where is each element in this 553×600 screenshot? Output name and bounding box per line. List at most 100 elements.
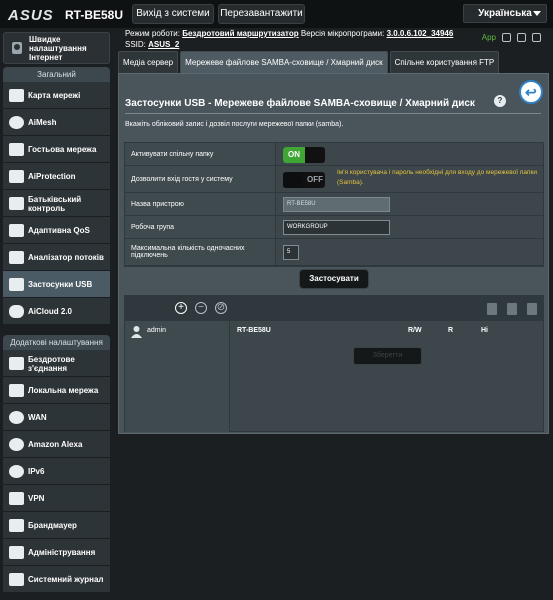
back-arrow-icon: ↩ — [525, 84, 537, 100]
status-icons: App — [482, 33, 541, 42]
firmware-label: Версія мікропрограми: — [300, 29, 385, 38]
ssid-label: SSID: — [125, 40, 146, 49]
logout-button[interactable]: Вихід з системи — [132, 4, 214, 24]
ssid-link[interactable]: ASUS_2 — [148, 40, 179, 49]
vpn-icon — [9, 492, 24, 505]
guest-network-icon — [9, 143, 24, 156]
sidebar-item-wan[interactable]: WAN — [3, 404, 110, 431]
ipv6-icon — [9, 465, 24, 478]
user-list: admin — [125, 321, 230, 432]
reboot-button[interactable]: Перезавантажити — [218, 4, 305, 24]
sidebar-item-wireless[interactable]: Бездротове з'єднання — [3, 350, 110, 377]
title-divider — [125, 113, 541, 114]
remove-user-icon[interactable]: − — [195, 302, 207, 314]
sidebar-item-label: VPN — [28, 494, 45, 503]
sidebar-item-usb-applications[interactable]: Застосунки USB — [3, 271, 110, 298]
workgroup-label: Робоча група — [125, 216, 276, 238]
max-connections-input[interactable]: 5 — [283, 245, 299, 260]
help-icon[interactable]: ? — [494, 95, 506, 107]
mode-label: Режим роботи: — [125, 29, 180, 38]
apply-button[interactable]: Застосувати — [299, 269, 369, 289]
guest-login-note: Ім'я користувача і пароль необхідні для … — [337, 169, 537, 186]
app-link[interactable]: App — [482, 33, 496, 42]
sidebar-item-label: AiProtection — [28, 172, 76, 181]
sidebar-item-administration[interactable]: Адміністрування — [3, 539, 110, 566]
admin-icon — [9, 546, 24, 559]
usb-icon — [9, 278, 24, 291]
sidebar-item-aimesh[interactable]: AiMesh — [3, 109, 110, 136]
tab-samba[interactable]: Мережеве файлове SAMBA-сховище / Хмарний… — [180, 51, 388, 73]
sidebar-item-label: AiMesh — [28, 118, 57, 127]
sidebar-item-parental-control[interactable]: Батьківський контроль — [3, 190, 110, 217]
sidebar-item-guest-network[interactable]: Гостьова мережа — [3, 136, 110, 163]
main-panel: Застосунки USB - Мережеве файлове SAMBA-… — [118, 73, 549, 434]
sidebar-item-qos[interactable]: Адаптивна QoS — [3, 217, 110, 244]
add-user-icon[interactable]: + — [175, 302, 187, 314]
row-share-folder: Активувати спільну папку ON — [125, 143, 543, 166]
sidebar-item-label: Адміністрування — [28, 548, 96, 557]
model-name: RT-BE58U — [65, 8, 124, 22]
sidebar-item-lan[interactable]: Локальна мережа — [3, 377, 110, 404]
share-folder-label: Активувати спільну папку — [125, 143, 276, 165]
alexa-icon — [9, 438, 24, 451]
device-folder-name: RT-BE58U — [237, 327, 271, 334]
guest-login-label: Дозволити вхід гостя у систему — [125, 166, 276, 192]
sidebar-item-aicloud[interactable]: AiCloud 2.0 — [3, 298, 110, 325]
permission-rw-header: R/W — [408, 327, 422, 334]
row-device-name: Назва пристрою RT-BE58U — [125, 193, 543, 216]
sidebar-item-ipv6[interactable]: IPv6 — [3, 458, 110, 485]
toggle-off-label: OFF — [307, 175, 323, 184]
sidebar-item-label: Гостьова мережа — [28, 145, 97, 154]
rename-folder-icon[interactable] — [527, 303, 537, 315]
language-value: Українська — [478, 8, 532, 19]
lan-icon — [9, 384, 24, 397]
sidebar-item-network-map[interactable]: Карта мережі — [3, 82, 110, 109]
user-icon[interactable] — [502, 33, 511, 42]
toggle-knob — [283, 172, 303, 188]
firewall-icon — [9, 519, 24, 532]
page-title: Застосунки USB - Мережеве файлове SAMBA-… — [125, 98, 475, 109]
asus-logo[interactable]: ASUS — [8, 7, 54, 24]
share-toolbar: + − ⊘ — [125, 296, 543, 321]
link-icon[interactable] — [517, 33, 526, 42]
sidebar-item-vpn[interactable]: VPN — [3, 485, 110, 512]
cloud-icon — [9, 305, 24, 318]
chevron-down-icon — [533, 11, 541, 16]
sidebar-item-label: Батьківський контроль — [28, 194, 82, 213]
sidebar-item-label: Бездротове з'єднання — [28, 354, 75, 373]
guest-login-toggle[interactable]: OFF — [283, 172, 325, 188]
device-name-label: Назва пристрою — [125, 193, 276, 215]
sidebar-item-firewall[interactable]: Брандмауер — [3, 512, 110, 539]
quick-setup-button[interactable]: Швидке налаштування Інтернет — [3, 32, 110, 64]
delete-folder-icon[interactable] — [507, 303, 517, 315]
sidebar-item-aiprotection[interactable]: AiProtection — [3, 163, 110, 190]
sidebar-item-label: Адаптивна QoS — [28, 226, 90, 235]
general-menu: Карта мережі AiMesh Гостьова мережа AiPr… — [3, 82, 110, 325]
user-name[interactable]: admin — [147, 327, 166, 334]
sidebar-item-label: Брандмауер — [28, 521, 77, 530]
workgroup-input[interactable]: WORKGROUP — [283, 220, 390, 235]
sidebar-item-label: Застосунки USB — [28, 280, 93, 289]
language-select[interactable]: Українська — [463, 4, 547, 23]
save-permissions-button[interactable]: Зберегти — [353, 347, 422, 365]
row-guest-login: Дозволити вхід гостя у систему OFF Ім'я … — [125, 166, 543, 193]
sidebar-item-alexa[interactable]: Amazon Alexa — [3, 431, 110, 458]
firmware-link[interactable]: 3.0.0.6.102_34946 — [387, 29, 454, 38]
add-folder-icon[interactable] — [487, 303, 497, 315]
permission-r-header: R — [448, 327, 454, 334]
aimesh-icon — [9, 116, 24, 129]
usb-status-icon[interactable] — [532, 33, 541, 42]
sidebar-item-traffic-analyzer[interactable]: Аналізатор потоків — [3, 244, 110, 271]
user-avatar-icon — [131, 326, 142, 338]
device-name-input[interactable]: RT-BE58U — [283, 197, 390, 212]
edit-user-icon[interactable]: ⊘ — [215, 302, 227, 314]
network-map-icon — [9, 89, 24, 102]
tab-media-server[interactable]: Медіа сервер — [118, 51, 179, 73]
sidebar-item-system-log[interactable]: Системний журнал — [3, 566, 110, 593]
tab-ftp[interactable]: Спільне користування FTP — [389, 51, 500, 73]
share-folder-toggle[interactable]: ON — [283, 147, 325, 163]
back-button[interactable]: ↩ — [519, 80, 543, 104]
mode-link[interactable]: Бездротовий маршрутизатор — [182, 29, 298, 38]
sidebar-item-label: Аналізатор потоків — [28, 253, 104, 262]
general-section-title: Загальний — [3, 67, 110, 82]
